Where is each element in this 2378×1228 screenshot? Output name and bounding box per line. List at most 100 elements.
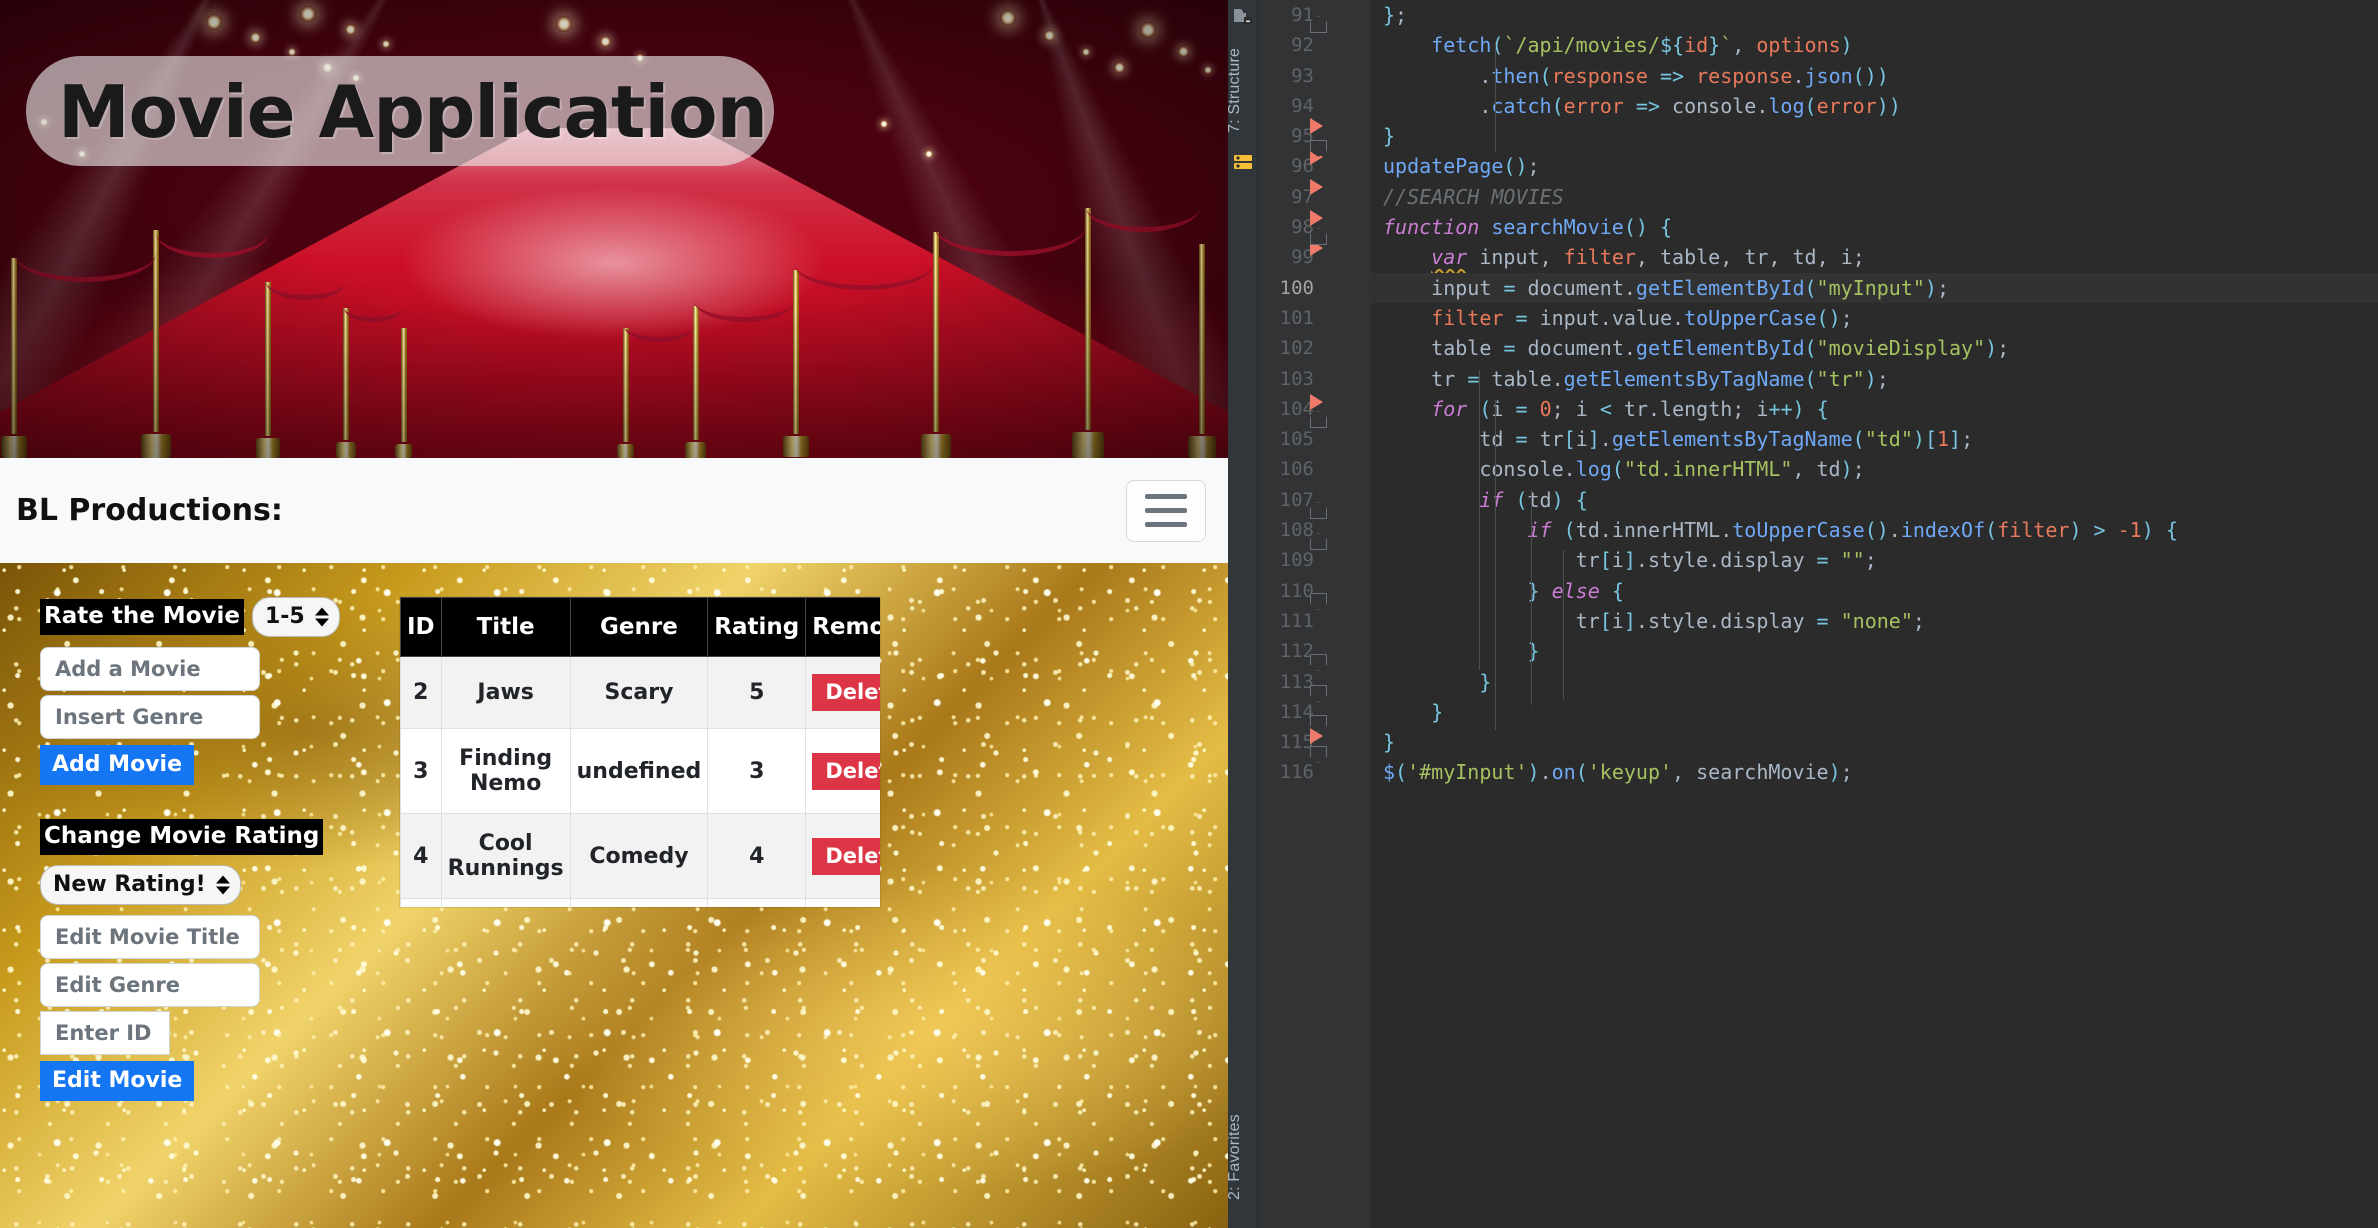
code-line[interactable]: 110 } else { (1280, 576, 2378, 606)
edit-movie-id-input[interactable] (40, 1011, 170, 1055)
code-line[interactable]: 97 //SEARCH MOVIES (1291, 182, 2378, 212)
movie-table-scroll[interactable]: ID Title Genre Rating Remove 2JawsScary5… (400, 597, 880, 907)
edit-rating-select[interactable]: New Rating! (40, 865, 241, 905)
code-text: console.log("td.innerHTML", td); (1479, 457, 1865, 482)
code-text: } (1431, 699, 1444, 724)
delete-movie-button[interactable]: Delete (812, 837, 880, 875)
code-line[interactable]: 111 tr[i].style.display = "none"; (1280, 606, 2378, 636)
code-line[interactable]: 103 tr = table.getElementsByTagName("tr"… (1280, 364, 2378, 394)
code-text: updatePage(); (1383, 154, 1540, 179)
add-movie-form: Rate the Movie 1-5 Add Movie (40, 597, 400, 785)
movie-table-body: 2JawsScary5Delete3Finding Nemoundefined3… (400, 656, 880, 907)
code-line[interactable]: 108 if (td.innerHTML.toUpperCase().index… (1280, 515, 2378, 545)
table-row: 3Finding Nemoundefined3Delete (400, 728, 880, 814)
hamburger-icon-bar-2 (1145, 508, 1187, 513)
line-number: 116 (1279, 761, 1314, 784)
line-number: 93 (1291, 64, 1314, 87)
code-line[interactable]: 100 input = document.getElementById("myI… (1280, 272, 2378, 303)
code-text: td = tr[i].getElementsByTagName("td")[1]… (1479, 427, 1974, 452)
delete-movie-button[interactable]: Delete (812, 752, 880, 790)
code-text: tr = table.getElementsByTagName("tr"); (1431, 366, 1889, 391)
code-line[interactable]: 112 } (1280, 636, 2378, 666)
line-number: 105 (1279, 428, 1314, 451)
change-movie-rating-label: Change Movie Rating (40, 819, 324, 855)
movie-rating-cell: 3 (707, 728, 807, 814)
edit-movie-genre-input[interactable] (40, 963, 260, 1007)
code-line[interactable]: 106 console.log("td.innerHTML", td); (1280, 454, 2378, 484)
code-text: $('#myInput').on('keyup', searchMovie); (1383, 760, 1853, 785)
table-row: 2JawsScary5Delete (400, 656, 880, 729)
change-marker-icon[interactable] (1310, 210, 1323, 226)
code-line[interactable]: 113 } (1280, 667, 2378, 697)
code-line[interactable]: 107 if (td) { (1280, 485, 2378, 515)
code-line[interactable]: 109 tr[i].style.display = ""; (1280, 545, 2378, 575)
code-text: .catch(error => console.log(error)) (1479, 93, 1901, 118)
code-line[interactable]: 99 var input, filter, table, tr, td, i; (1291, 242, 2378, 272)
code-line[interactable]: 101 filter = input.value.toUpperCase(); (1280, 303, 2378, 333)
edit-movie-title-input[interactable] (40, 915, 260, 959)
add-rating-select[interactable]: 1-5 (251, 597, 340, 637)
add-movie-genre-input[interactable] (40, 695, 260, 739)
add-movie-button[interactable]: Add Movie (40, 745, 194, 785)
line-number: 110 (1279, 579, 1314, 602)
line-number: 108 (1279, 519, 1314, 542)
movie-id-cell: 5 (400, 898, 442, 907)
table-header-row: ID Title Genre Rating Remove (400, 597, 880, 657)
movie-genre-cell: undefined (569, 728, 709, 814)
edit-rating-select-wrap: New Rating! (40, 865, 241, 905)
line-number: 98 (1291, 216, 1314, 239)
main-content: Rate the Movie 1-5 Add Movie (0, 563, 1228, 1228)
code-line[interactable]: 116 $('#myInput').on('keyup', searchMovie… (1280, 757, 2378, 787)
code-line[interactable]: 92 fetch(`/api/movies/${id}`, options) (1291, 30, 2378, 60)
code-line[interactable]: 98 function searchMovie() { (1291, 212, 2378, 242)
hamburger-icon-bar-1 (1145, 494, 1187, 499)
line-number: 103 (1279, 367, 1314, 390)
line-number: 113 (1279, 670, 1314, 693)
line-number: 92 (1291, 34, 1314, 57)
change-marker-icon[interactable] (1310, 118, 1323, 134)
code-line[interactable]: 93 .then(response => response.json()) (1291, 61, 2378, 91)
code-line[interactable]: 91}; (1291, 0, 2378, 30)
code-line[interactable]: 114 } (1280, 697, 2378, 727)
code-text: if (td.innerHTML.toUpperCase().indexOf(f… (1527, 518, 2178, 543)
line-number: 107 (1279, 488, 1314, 511)
code-text: filter = input.value.toUpperCase(); (1431, 305, 1853, 330)
delete-movie-button[interactable]: Delete (812, 674, 880, 711)
code-line[interactable]: 102 table = document.getElementById("mov… (1280, 333, 2378, 363)
code-line[interactable]: 104 for (i = 0; i < tr.length; i++) { (1280, 394, 2378, 424)
code-text: } else { (1527, 578, 1624, 603)
movie-rating-cell: 4 (707, 813, 807, 899)
code-line[interactable]: 94 .catch(error => console.log(error)) (1291, 91, 2378, 121)
edit-movie-button[interactable]: Edit Movie (40, 1061, 195, 1101)
movie-genre-cell: Comedy (569, 813, 709, 899)
code-text: } (1527, 639, 1540, 664)
code-text: fetch(`/api/movies/${id}`, options) (1431, 33, 1853, 58)
code-line[interactable]: 115} (1280, 727, 2378, 757)
line-number: 91 (1291, 4, 1314, 26)
navbar-toggler-button[interactable] (1126, 479, 1206, 542)
code-editor[interactable]: 91}; 92 fetch(`/api/movies/${id}`, option… (1280, 0, 2378, 1228)
code-text: tr[i].style.display = ""; (1575, 548, 1877, 573)
forms-column: Rate the Movie 1-5 Add Movie (0, 597, 400, 1101)
code-line[interactable]: 96 updatePage(); (1291, 151, 2378, 181)
code-text: for (i = 0; i < tr.length; i++) { (1431, 396, 1829, 421)
line-number: 109 (1279, 549, 1314, 572)
navbar-brand[interactable]: BL Productions: (16, 493, 283, 528)
hamburger-icon-bar-3 (1145, 522, 1187, 527)
code-line[interactable]: 105 td = tr[i].getElementsByTagName("td"… (1280, 424, 2378, 454)
navbar: BL Productions: (0, 458, 1228, 563)
code-line[interactable]: 95} (1291, 121, 2378, 151)
sidebar-item-favorites[interactable]: 2: Favorites (1228, 1092, 1256, 1222)
code-text: }; (1383, 3, 1408, 27)
line-number: 96 (1291, 155, 1314, 178)
column-header-title: Title (440, 597, 571, 657)
code-text: table = document.getElementById("movieDi… (1431, 336, 2010, 361)
change-marker-icon[interactable] (1310, 394, 1323, 410)
table-row: 5AliensSci-Fi5Delete (400, 898, 880, 907)
movie-id-cell: 2 (400, 656, 442, 729)
add-movie-title-input[interactable] (40, 647, 260, 691)
code-text: var input, filter, table, tr, td, i; (1431, 245, 1865, 270)
movie-remove-cell: Delete (805, 728, 880, 814)
change-marker-icon[interactable] (1310, 179, 1323, 195)
column-header-genre: Genre (569, 597, 709, 657)
